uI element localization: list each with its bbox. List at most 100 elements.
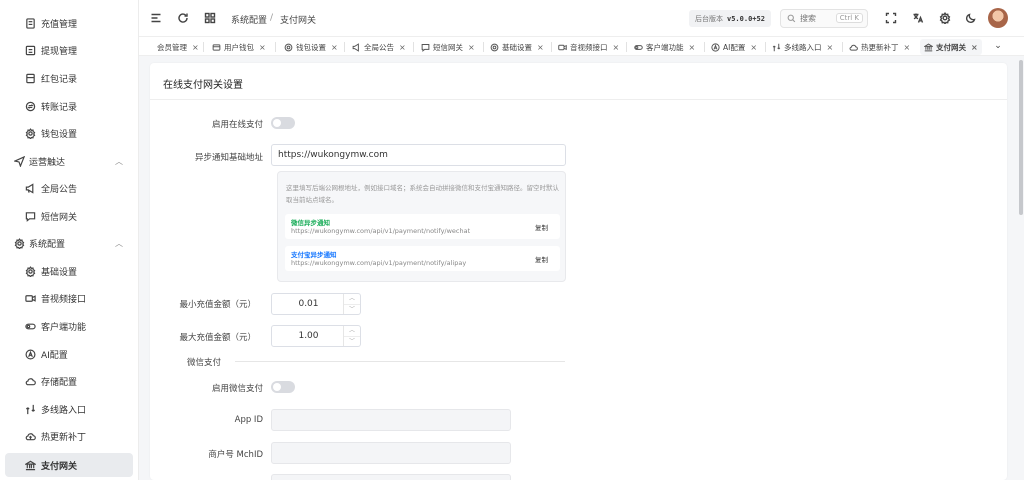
tab-wallet-settings[interactable]: 钱包设置 ×: [284, 39, 338, 55]
alipay-notify-block: 支付宝异步通知 https://wukongymw.com/api/v1/pay…: [285, 246, 560, 271]
close-icon[interactable]: ×: [537, 43, 544, 52]
sidebar-item-ai-config[interactable]: AI配置: [5, 342, 133, 366]
copy-alipay-url-button[interactable]: 复制: [535, 254, 548, 264]
tab-av-interface[interactable]: 音视频接口 ×: [558, 39, 619, 55]
sidebar-item-basic-settings[interactable]: 基础设置: [5, 259, 133, 283]
sidebar-item-label: 提现管理: [41, 46, 78, 57]
tab-member-management[interactable]: 会员管理 ×: [157, 39, 199, 55]
translate-icon[interactable]: [911, 11, 925, 25]
max-recharge-value[interactable]: 1.00: [272, 326, 345, 346]
avatar[interactable]: [988, 8, 1008, 28]
ai-icon: [25, 349, 36, 360]
copy-wechat-url-button[interactable]: 复制: [535, 222, 548, 232]
min-recharge-value[interactable]: 0.01: [272, 294, 345, 314]
tab-label: 音视频接口: [570, 42, 608, 52]
breadcrumb-parent[interactable]: 系统配置: [231, 13, 267, 26]
sidebar-item-announcement[interactable]: 全局公告: [5, 176, 133, 200]
decrement-icon[interactable]: ﹀: [344, 304, 360, 314]
decrement-icon[interactable]: ﹀: [344, 336, 360, 346]
refresh-icon[interactable]: [176, 11, 190, 25]
dark-mode-icon[interactable]: [964, 11, 978, 25]
sidebar-item-label: 系统配置: [29, 239, 66, 250]
tab-payment-gateway[interactable]: 支付网关 ×: [920, 39, 982, 55]
tab-label: 全局公告: [364, 42, 394, 52]
bank-icon: [25, 460, 36, 471]
sidebar-group-operations[interactable]: 运营触达 ︿: [5, 149, 133, 173]
tab-label: 用户钱包: [224, 42, 254, 52]
cloud-upload-icon: [849, 43, 858, 52]
close-icon[interactable]: ×: [971, 43, 978, 52]
tab-user-wallet[interactable]: 用户钱包 ×: [212, 39, 266, 55]
megaphone-icon: [352, 42, 361, 52]
increment-icon[interactable]: ︿: [344, 294, 360, 304]
close-icon[interactable]: ×: [750, 43, 757, 52]
cloud-icon: [25, 376, 36, 387]
menu-toggle-icon[interactable]: [149, 11, 163, 25]
alipay-notify-url: https://wukongymw.com/api/v1/payment/not…: [291, 259, 467, 267]
tab-multi-route[interactable]: 多线路入口 ×: [772, 39, 833, 55]
tab-hot-update[interactable]: 热更新补丁 ×: [849, 39, 910, 55]
gear-icon: [25, 127, 36, 139]
close-icon[interactable]: ×: [689, 43, 696, 52]
sidebar-item-av-interface[interactable]: 音视频接口: [5, 286, 133, 310]
sidebar-item-hot-update[interactable]: 热更新补丁: [5, 424, 133, 448]
close-icon[interactable]: ×: [827, 43, 834, 52]
scrollbar-thumb[interactable]: [1019, 60, 1023, 215]
tab-basic-settings[interactable]: 基础设置 ×: [490, 39, 544, 55]
max-recharge-stepper[interactable]: 1.00 ︿ ﹀: [271, 325, 361, 347]
tab-label: 钱包设置: [296, 42, 326, 52]
chevron-down-icon[interactable]: ⌄: [992, 40, 1004, 52]
close-icon[interactable]: ×: [613, 43, 620, 52]
close-icon[interactable]: ×: [468, 43, 475, 52]
sidebar-group-system-config[interactable]: 系统配置 ︿: [5, 231, 133, 255]
close-icon[interactable]: ×: [904, 43, 911, 52]
increment-icon[interactable]: ︿: [344, 326, 360, 336]
search-icon: [787, 14, 796, 23]
sidebar-item-multi-route[interactable]: 多线路入口: [5, 397, 133, 421]
sidebar-item-recharge[interactable]: 充值管理: [5, 11, 133, 35]
sidebar-item-label: 支付网关: [41, 461, 78, 472]
close-icon[interactable]: ×: [399, 43, 406, 52]
sidebar-item-label: 短信网关: [41, 212, 78, 223]
callback-base-input[interactable]: [271, 144, 566, 166]
min-recharge-stepper[interactable]: 0.01 ︿ ﹀: [271, 293, 361, 315]
tab-bar: 会员管理 × 用户钱包 × 钱包设置 × 全局公告 × 短信网关 × 基础设置 × 音视频接…: [139, 36, 1024, 56]
close-icon[interactable]: ×: [331, 43, 338, 52]
wechat-notify-title: 微信异步通知: [291, 219, 330, 227]
sidebar-item-label: 转账记录: [41, 102, 78, 113]
sidebar-item-redpacket[interactable]: 红包记录: [5, 66, 133, 90]
version-badge: 后台版本 v5.0.0+52: [689, 10, 771, 27]
settings-icon[interactable]: [938, 11, 952, 25]
sidebar-item-storage-config[interactable]: 存储配置: [5, 369, 133, 393]
sidebar-item-client-features[interactable]: 客户端功能: [5, 314, 133, 338]
sidebar-item-payment-gateway[interactable]: 支付网关: [5, 453, 133, 477]
search-shortcut: Ctrl K: [835, 13, 863, 23]
tab-label: 支付网关: [936, 42, 966, 52]
recharge-icon: [25, 17, 36, 29]
tab-ai-config[interactable]: AI配置 ×: [711, 39, 757, 55]
version-label: 后台版本: [695, 14, 723, 23]
enable-wechat-toggle[interactable]: [271, 381, 295, 393]
close-icon[interactable]: ×: [259, 43, 266, 52]
grid-icon[interactable]: [203, 11, 217, 25]
sidebar-item-wallet-settings[interactable]: 钱包设置: [5, 121, 133, 145]
close-icon[interactable]: ×: [192, 43, 199, 52]
enable-online-toggle[interactable]: [271, 117, 295, 129]
tab-client-features[interactable]: 客户端功能 ×: [634, 39, 695, 55]
route-icon: [772, 43, 781, 52]
appid-input[interactable]: [271, 409, 511, 431]
megaphone-icon: [25, 182, 36, 194]
callback-base-label: 异步通知基础地址: [194, 153, 263, 163]
sidebar-item-transfer[interactable]: 转账记录: [5, 94, 133, 118]
tab-label: 短信网关: [433, 42, 463, 52]
tab-sms-gateway[interactable]: 短信网关 ×: [421, 39, 475, 55]
tab-announcement[interactable]: 全局公告 ×: [352, 39, 406, 55]
next-field-input[interactable]: [271, 474, 511, 480]
mchid-input[interactable]: [271, 442, 511, 464]
fullscreen-icon[interactable]: [884, 11, 898, 25]
card-title: 在线支付网关设置: [163, 80, 243, 91]
sidebar-item-label: 充值管理: [41, 19, 78, 30]
sidebar-item-withdraw[interactable]: 提现管理: [5, 38, 133, 62]
search-box[interactable]: Ctrl K: [780, 9, 868, 28]
sidebar-item-sms-gateway[interactable]: 短信网关: [5, 204, 133, 228]
